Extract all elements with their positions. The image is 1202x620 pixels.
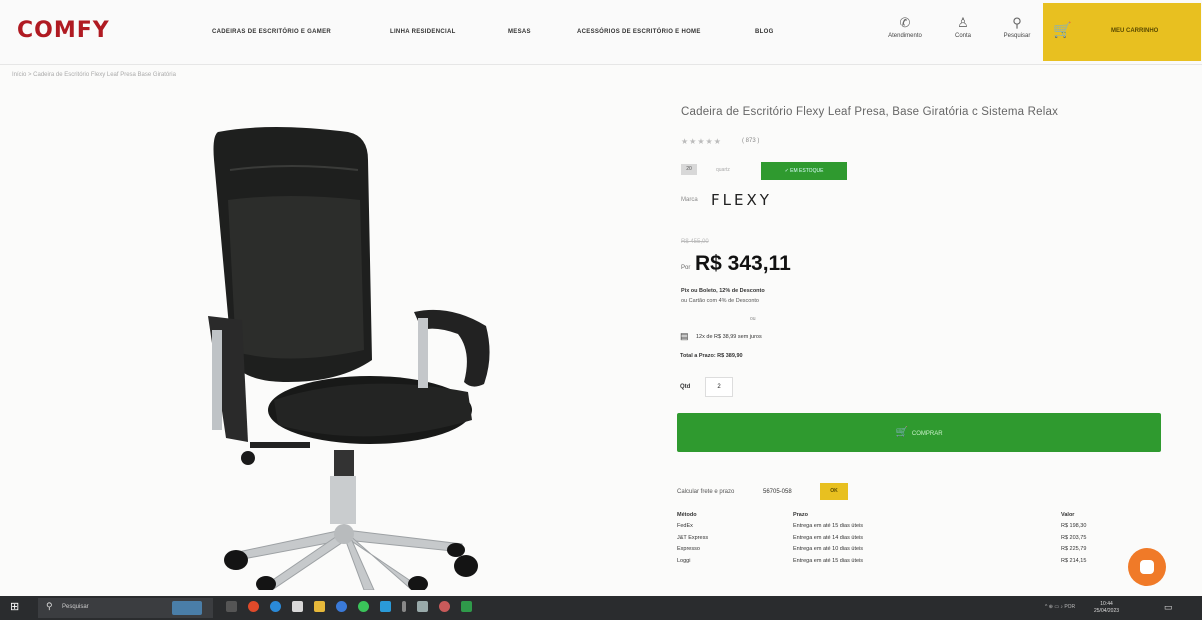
- chat-button[interactable]: [1128, 548, 1166, 586]
- chrome-icon[interactable]: [248, 601, 259, 612]
- edge-icon[interactable]: [270, 601, 281, 612]
- app-icon[interactable]: [402, 601, 406, 612]
- whatsapp-icon[interactable]: [358, 601, 369, 612]
- brand-name[interactable]: FLEXY: [711, 191, 772, 209]
- shipping-term: Entrega em até 10 dias úteis: [793, 546, 864, 553]
- file-explorer-icon[interactable]: [314, 601, 325, 612]
- search-icon: ⚲: [46, 601, 53, 611]
- product-image-chair[interactable]: [190, 120, 500, 590]
- shipping-term: Entrega em até 15 dias úteis: [793, 557, 864, 564]
- taskbar-search-box[interactable]: ⚲ Pesquisar: [38, 598, 213, 618]
- table-header-row: Método Prazo Valor: [677, 509, 1097, 521]
- table-row: Loggi Entrega em até 15 dias úteis R$ 21…: [677, 555, 1097, 567]
- search-highlight-icon: [172, 601, 202, 615]
- stock-badge: ✓ EM ESTOQUE: [761, 162, 847, 180]
- installment-text: 12x de R$ 38,99 sem juros: [696, 334, 762, 340]
- taskbar-app-icons: [226, 601, 472, 612]
- buy-button[interactable]: 🛒 COMPRAR: [677, 413, 1161, 452]
- windows-start-icon[interactable]: ⊞: [10, 600, 24, 614]
- review-count[interactable]: ( 873 ): [742, 138, 759, 144]
- system-tray[interactable]: ^ ⊕ ▭ ♪ POR: [1045, 604, 1075, 610]
- user-icon: ♙: [957, 15, 969, 30]
- product-page: COMFY CADEIRAS DE ESCRITÓRIO E GAMER LIN…: [0, 0, 1202, 596]
- notification-icon[interactable]: ▭: [1164, 602, 1175, 613]
- product-tag-text: quartz: [716, 167, 730, 173]
- shipping-table: Método Prazo Valor FedEx Entrega em até …: [677, 509, 1097, 567]
- product-price: R$ 343,11: [695, 252, 791, 275]
- quantity-label: Qtd: [680, 384, 691, 390]
- shipping-value: R$ 198,30: [1061, 523, 1087, 530]
- taskbar-search-placeholder: Pesquisar: [62, 604, 89, 610]
- table-row: J&T Express Entrega em até 14 dias úteis…: [677, 532, 1097, 544]
- nav-item-mesas[interactable]: MESAS: [508, 29, 531, 35]
- shipping-value: R$ 214,15: [1061, 557, 1087, 564]
- taskbar-clock[interactable]: 10:44 25/04/2023: [1094, 601, 1119, 615]
- excel-icon[interactable]: [461, 601, 472, 612]
- task-view-icon[interactable]: [226, 601, 237, 612]
- app-icon[interactable]: [380, 601, 391, 612]
- payment-discount-pix: Pix ou Boleto, 12% de Desconto: [681, 288, 765, 294]
- old-price: R$ 455,00: [681, 239, 709, 245]
- nav-item-blog[interactable]: BLOG: [755, 29, 774, 35]
- price-prefix: Por: [681, 265, 691, 271]
- site-logo[interactable]: COMFY: [17, 18, 110, 43]
- attendance-button[interactable]: ✆ Atendimento: [880, 15, 930, 40]
- quantity-input[interactable]: 2: [705, 377, 733, 397]
- shipping-method: J&T Express: [677, 534, 709, 541]
- breadcrumb[interactable]: Início > Cadeira de Escritório Flexy Lea…: [12, 72, 176, 78]
- cart-button[interactable]: 🛒 MEU CARRINHO: [1043, 3, 1201, 61]
- shipping-value: R$ 225,79: [1061, 546, 1087, 553]
- browser-icon[interactable]: [336, 601, 347, 612]
- shipping-value: R$ 203,75: [1061, 534, 1087, 541]
- credit-card-icon: ▤: [680, 331, 689, 341]
- table-row: FedEx Entrega em até 15 dias úteis R$ 19…: [677, 521, 1097, 533]
- cart-icon: 🛒: [1053, 22, 1072, 39]
- column-header: Prazo: [793, 511, 808, 518]
- column-header: Método: [677, 511, 697, 518]
- nav-item-residencial[interactable]: LINHA RESIDENCIAL: [390, 29, 456, 35]
- total-price-text: Total a Prazo: R$ 389,90: [680, 353, 743, 359]
- site-header: COMFY CADEIRAS DE ESCRITÓRIO E GAMER LIN…: [0, 0, 1202, 65]
- search-label: Pesquisar: [1003, 33, 1031, 39]
- search-button[interactable]: ⚲ Pesquisar: [992, 15, 1042, 40]
- shipping-label: Calcular frete e prazo: [677, 489, 735, 495]
- nav-item-acessorios[interactable]: ACESSÓRIOS DE ESCRITÓRIO E HOME: [577, 29, 701, 35]
- attendance-label: Atendimento: [888, 33, 922, 39]
- chat-icon: [1140, 560, 1154, 574]
- shipping-term: Entrega em até 14 dias úteis: [793, 534, 864, 541]
- shipping-term: Entrega em até 15 dias úteis: [793, 523, 864, 530]
- cart-label: MEU CARRINHO: [1111, 28, 1159, 34]
- shipping-method: Expresso: [677, 546, 700, 553]
- column-header: Valor: [1061, 511, 1075, 518]
- windows-taskbar: ⊞ ⚲ Pesquisar ^ ⊕ ▭ ♪ POR 10:44 25/04/20…: [0, 596, 1202, 620]
- store-icon[interactable]: [292, 601, 303, 612]
- account-button[interactable]: ♙ Conta: [938, 15, 988, 40]
- nav-item-cadeiras[interactable]: CADEIRAS DE ESCRITÓRIO E GAMER: [212, 29, 331, 35]
- app-icon[interactable]: [417, 601, 428, 612]
- shipping-method: Loggi: [677, 557, 691, 564]
- clock-time: 10:44: [1100, 601, 1113, 607]
- cep-input[interactable]: 56705-058: [763, 485, 813, 499]
- rating-stars[interactable]: ★★★★★: [681, 137, 722, 146]
- clock-date: 25/04/2023: [1094, 608, 1120, 614]
- shipping-ok-button[interactable]: OK: [820, 483, 848, 500]
- brand-label: Marca: [681, 197, 698, 203]
- or-separator: ou: [750, 316, 756, 322]
- cart-icon: 🛒: [895, 427, 908, 438]
- buy-button-label: COMPRAR: [911, 431, 943, 437]
- search-icon: ⚲: [1012, 15, 1022, 30]
- product-title: Cadeira de Escritório Flexy Leaf Presa, …: [681, 106, 1059, 118]
- payment-discount-card: ou Cartão com 4% de Desconto: [681, 298, 759, 304]
- whatsapp-icon: ✆: [899, 15, 911, 30]
- account-label: Conta: [954, 33, 971, 39]
- shipping-method: FedEx: [677, 523, 693, 530]
- product-tag-box: 20: [681, 164, 697, 175]
- table-row: Expresso Entrega em até 10 dias úteis R$…: [677, 544, 1097, 556]
- app-icon[interactable]: [439, 601, 450, 612]
